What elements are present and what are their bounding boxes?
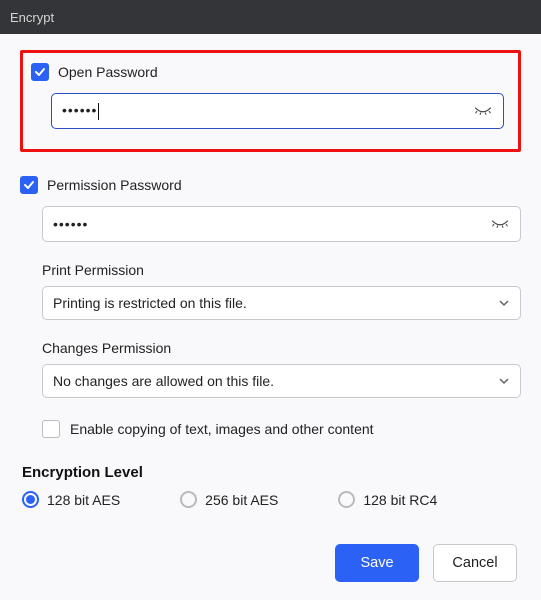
permission-password-label: Permission Password <box>47 177 182 193</box>
save-button[interactable]: Save <box>335 544 419 582</box>
encryption-level-group: 128 bit AES 256 bit AES 128 bit RC4 <box>20 491 521 508</box>
radio-label: 256 bit AES <box>205 492 278 508</box>
close-icon[interactable] <box>521 7 529 28</box>
dialog-body: Open Password •••••• Permission Password… <box>0 34 541 600</box>
radio-128-rc4[interactable]: 128 bit RC4 <box>338 491 437 508</box>
radio-128-aes[interactable]: 128 bit AES <box>22 491 120 508</box>
radio-256-aes[interactable]: 256 bit AES <box>180 491 278 508</box>
open-password-input[interactable]: •••••• <box>62 102 473 120</box>
eye-closed-icon[interactable] <box>473 105 493 117</box>
radio-icon <box>22 491 39 508</box>
open-password-checkbox[interactable] <box>31 63 49 81</box>
permission-section: Print Permission Printing is restricted … <box>20 262 521 438</box>
permission-password-input[interactable]: •••••• <box>53 216 490 232</box>
chevron-down-icon <box>498 375 510 387</box>
changes-permission-label: Changes Permission <box>42 340 521 356</box>
radio-label: 128 bit RC4 <box>363 492 437 508</box>
open-password-highlight: Open Password •••••• <box>20 50 521 152</box>
titlebar: Encrypt <box>0 0 541 34</box>
permission-password-row: Permission Password <box>20 176 521 194</box>
enable-copy-label: Enable copying of text, images and other… <box>70 421 374 437</box>
changes-permission-value: No changes are allowed on this file. <box>53 373 274 389</box>
permission-password-field[interactable]: •••••• <box>42 206 521 242</box>
open-password-row: Open Password <box>29 63 504 81</box>
changes-permission-select[interactable]: No changes are allowed on this file. <box>42 364 521 398</box>
open-password-label: Open Password <box>58 64 158 80</box>
dialog-footer: Save Cancel <box>20 544 521 582</box>
window-title: Encrypt <box>10 10 54 25</box>
eye-closed-icon[interactable] <box>490 218 510 230</box>
print-permission-value: Printing is restricted on this file. <box>53 295 247 311</box>
open-password-field[interactable]: •••••• <box>51 93 504 129</box>
chevron-down-icon <box>498 297 510 309</box>
radio-icon <box>180 491 197 508</box>
radio-icon <box>338 491 355 508</box>
enable-copy-row: Enable copying of text, images and other… <box>42 420 521 438</box>
radio-label: 128 bit AES <box>47 492 120 508</box>
print-permission-label: Print Permission <box>42 262 521 278</box>
enable-copy-checkbox[interactable] <box>42 420 60 438</box>
encryption-level-title: Encryption Level <box>20 464 521 481</box>
print-permission-select[interactable]: Printing is restricted on this file. <box>42 286 521 320</box>
cancel-button[interactable]: Cancel <box>433 544 517 582</box>
permission-password-checkbox[interactable] <box>20 176 38 194</box>
